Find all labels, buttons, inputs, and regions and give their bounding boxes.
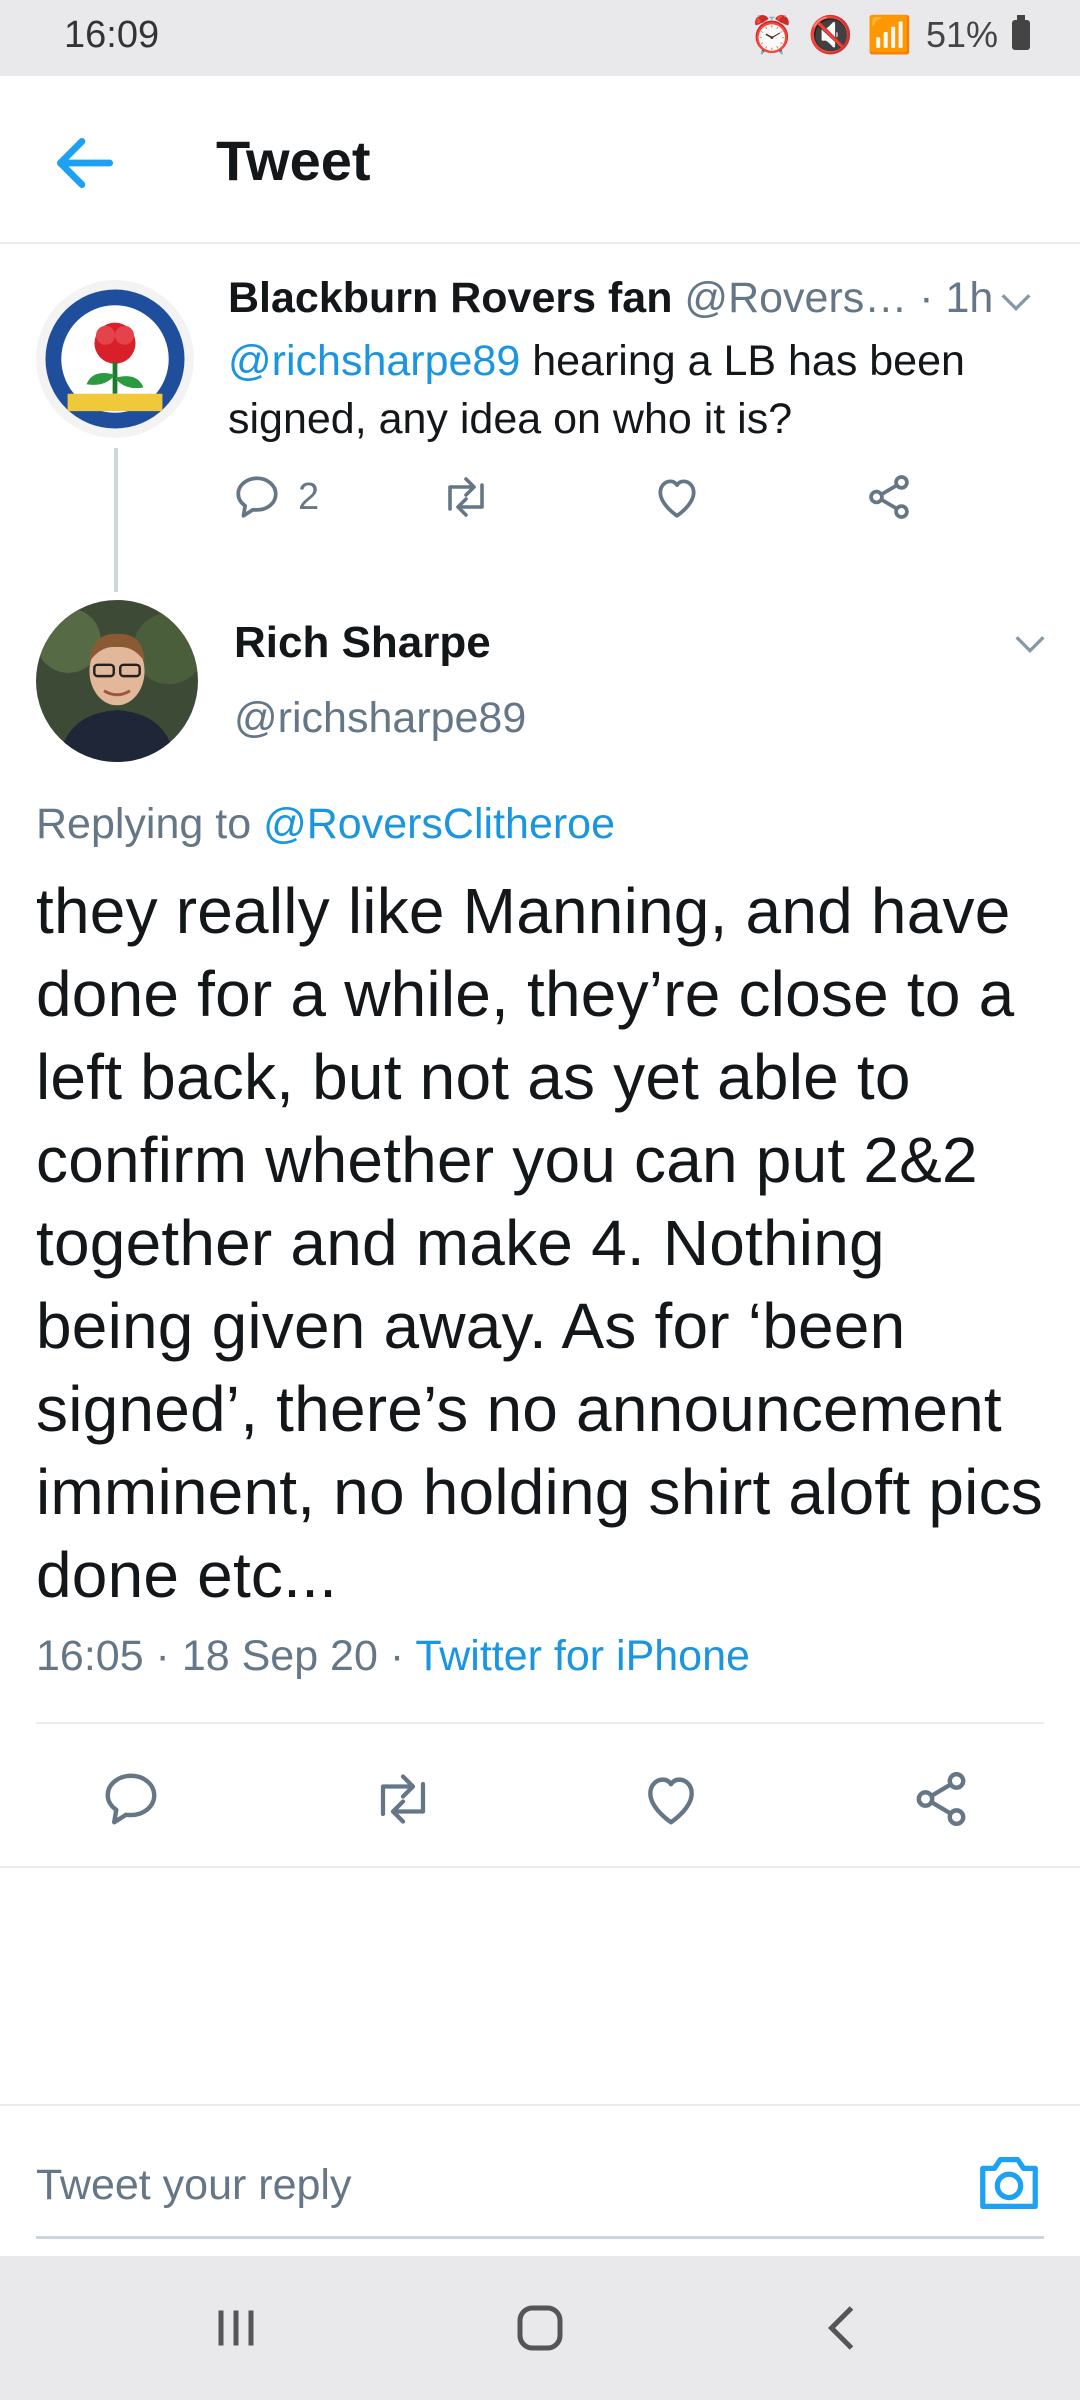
back-button[interactable] [48, 126, 122, 200]
parent-retweet-button[interactable] [438, 472, 494, 522]
status-time: 16:09 [64, 14, 160, 56]
main-tweet-text: they really like Manning, and have done … [36, 875, 1043, 1611]
replying-to: Replying to @RoversClitheroe [36, 800, 615, 849]
retweet-icon [448, 477, 484, 517]
replying-to-link[interactable]: @RoversClitheroe [263, 800, 615, 848]
battery-icon [1012, 15, 1030, 50]
avatar-rich-sharpe[interactable] [36, 600, 198, 762]
home-icon [517, 2305, 563, 2351]
tweet-meta: 16:05 · 18 Sep 20 · Twitter for iPhone [36, 1632, 750, 1681]
recent-apps-button[interactable] [206, 2298, 266, 2358]
profile-photo [36, 600, 198, 762]
share-icon [869, 475, 909, 519]
retweet-button[interactable] [368, 1768, 438, 1830]
heart-icon [648, 1777, 694, 1825]
camera-button[interactable] [974, 2150, 1044, 2216]
system-nav-bar [0, 2256, 1080, 2400]
parent-author-name[interactable]: Blackburn Rovers fan [228, 274, 672, 322]
avatar-blackburn-rovers-fan[interactable] [36, 280, 194, 438]
battery-percent: 51% [925, 14, 998, 55]
tweet-timestamp: 16:05 · 18 Sep 20 · [36, 1632, 416, 1680]
share-button[interactable] [910, 1768, 972, 1830]
header: Tweet [0, 76, 1080, 244]
parent-reply-button[interactable]: 2 [232, 472, 319, 522]
speech-bubble-icon [105, 1773, 157, 1825]
reply-count: 2 [298, 475, 320, 518]
divider [36, 1722, 1044, 1724]
back-nav-button[interactable] [814, 2298, 874, 2358]
page-title: Tweet [216, 129, 371, 192]
chevron-down-icon [1001, 294, 1031, 312]
status-bar: 16:09 ⏰ 🔇 📶 51% [0, 0, 1080, 76]
divider [0, 1866, 1080, 1868]
chevron-left-icon [827, 2306, 854, 2350]
parent-share-button[interactable] [864, 472, 914, 522]
parent-tweet-time: · 1h [919, 274, 994, 322]
speech-bubble-icon [236, 476, 278, 518]
retweet-icon [380, 1774, 426, 1824]
main-tweet-menu-button[interactable] [1010, 624, 1050, 664]
replying-to-label: Replying to [36, 800, 264, 848]
arrow-left-icon [56, 138, 114, 188]
heart-icon [658, 479, 696, 518]
mute-icon: 🔇 [808, 14, 854, 55]
share-icon [916, 1772, 966, 1826]
status-icons: ⏰ 🔇 📶 51% [749, 14, 1030, 56]
divider [0, 2104, 1080, 2106]
alarm-icon: ⏰ [749, 14, 795, 55]
recent-apps-icon [218, 2310, 254, 2346]
parent-tweet-header: Blackburn Rovers fan @Rovers… · 1h [228, 274, 993, 323]
reply-input[interactable] [36, 2150, 936, 2220]
main-author-name[interactable]: Rich Sharpe [234, 618, 491, 668]
reply-button[interactable] [100, 1768, 162, 1830]
parent-author-handle[interactable]: @Rovers… [684, 274, 907, 322]
tweet-source-link[interactable]: Twitter for iPhone [415, 1632, 750, 1680]
thread-line [114, 448, 118, 592]
mention-link[interactable]: @richsharpe89 [228, 337, 520, 385]
parent-tweet-text: @richsharpe89 hearing a LB has been sign… [228, 332, 1028, 448]
main-author-handle[interactable]: @richsharpe89 [234, 694, 526, 743]
camera-icon [980, 2157, 1038, 2209]
club-crest-icon [36, 280, 194, 438]
reply-input-underline [36, 2236, 1044, 2239]
parent-like-button[interactable] [652, 472, 702, 522]
like-button[interactable] [640, 1768, 702, 1830]
home-button[interactable] [510, 2298, 570, 2358]
parent-tweet-menu-button[interactable] [996, 282, 1036, 322]
chevron-down-icon [1015, 636, 1045, 654]
wifi-icon: 📶 [867, 14, 912, 55]
